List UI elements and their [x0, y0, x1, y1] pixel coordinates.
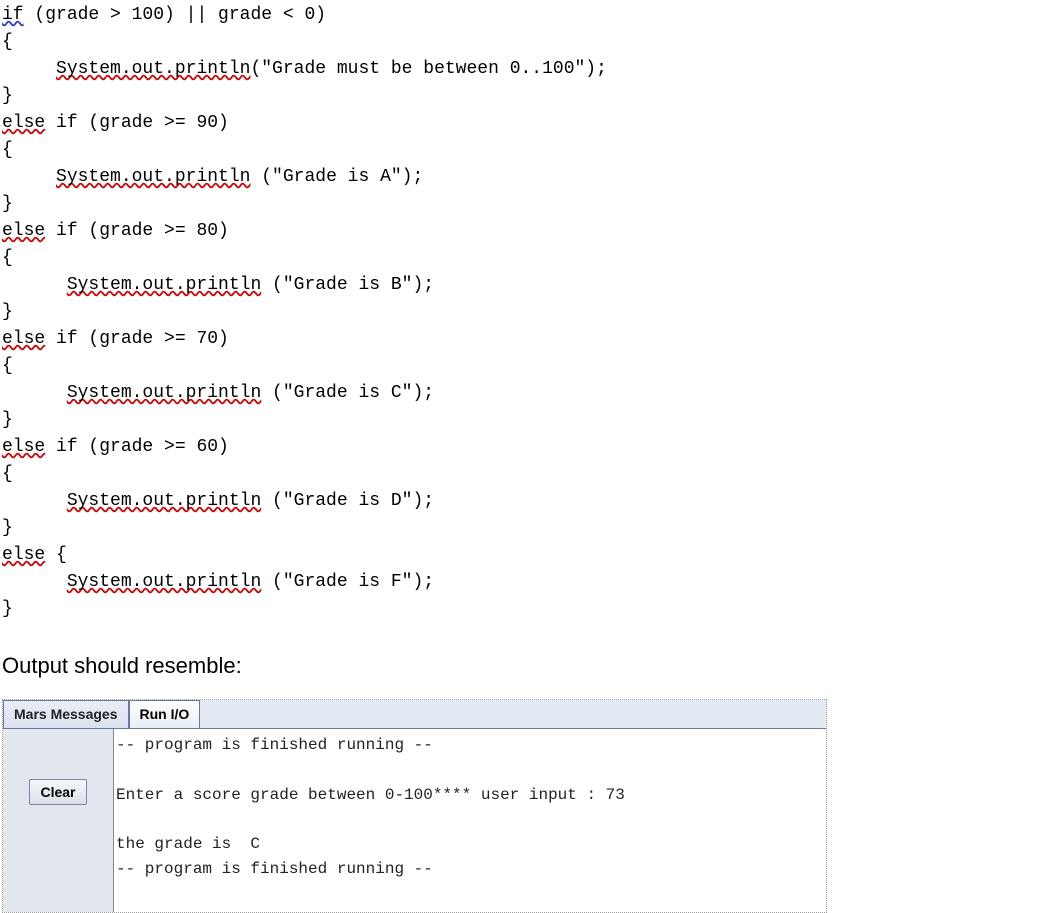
code-line: if (grade > 100) || grade < 0): [2, 2, 1058, 29]
code-line: else {: [2, 542, 1058, 569]
code-line: {: [2, 29, 1058, 56]
code-sys: System.out.println: [56, 167, 250, 187]
code-indent: [2, 275, 67, 295]
code-sys: System.out.println: [67, 275, 261, 295]
code-text: if (grade >= 60): [45, 437, 229, 457]
code-keyword: else: [2, 329, 45, 349]
code-text: ("Grade is C");: [261, 383, 434, 403]
console-left: Clear: [3, 729, 113, 912]
code-line: }: [2, 191, 1058, 218]
console-panel: Mars Messages Run I/O Clear -- program i…: [2, 699, 827, 913]
code-keyword: else: [2, 113, 45, 133]
code-line: System.out.println ("Grade is D");: [2, 488, 1058, 515]
code-line: }: [2, 83, 1058, 110]
code-text: ("Grade must be between 0..100");: [250, 59, 606, 79]
code-text: if (grade >= 80): [45, 221, 229, 241]
code-indent: [2, 59, 56, 79]
code-indent: [2, 572, 67, 592]
code-sys: System.out.println: [67, 572, 261, 592]
code-indent: [2, 167, 56, 187]
code-text: (grade > 100) || grade < 0): [24, 5, 326, 25]
console-line: the grade is C: [116, 835, 260, 853]
code-line: {: [2, 245, 1058, 272]
code-text: ("Grade is A");: [250, 167, 423, 187]
code-line: }: [2, 596, 1058, 623]
code-line: }: [2, 515, 1058, 542]
code-line: System.out.println ("Grade is A");: [2, 164, 1058, 191]
console-body: Clear -- program is finished running -- …: [3, 729, 826, 912]
code-line: else if (grade >= 80): [2, 218, 1058, 245]
code-line: System.out.println ("Grade is F");: [2, 569, 1058, 596]
code-line: }: [2, 407, 1058, 434]
code-sys: System.out.println: [67, 383, 261, 403]
console-output: -- program is finished running -- Enter …: [113, 729, 826, 912]
code-indent: [2, 383, 67, 403]
code-text: ("Grade is B");: [261, 275, 434, 295]
code-text: if (grade >= 90): [45, 113, 229, 133]
code-keyword: if: [2, 5, 24, 25]
code-line: else if (grade >= 90): [2, 110, 1058, 137]
clear-button[interactable]: Clear: [29, 779, 86, 805]
code-keyword: else: [2, 221, 45, 241]
code-line: {: [2, 353, 1058, 380]
output-header: Output should resemble:: [0, 643, 1060, 693]
code-line: System.out.println ("Grade is C");: [2, 380, 1058, 407]
code-line: else if (grade >= 60): [2, 434, 1058, 461]
code-line: {: [2, 461, 1058, 488]
code-line: else if (grade >= 70): [2, 326, 1058, 353]
tab-run-io[interactable]: Run I/O: [129, 700, 201, 728]
code-line: System.out.println("Grade must be betwee…: [2, 56, 1058, 83]
console-line: -- program is finished running --: [116, 736, 433, 754]
code-text: ("Grade is D");: [261, 491, 434, 511]
tab-mars-messages[interactable]: Mars Messages: [3, 700, 129, 728]
code-text: {: [45, 545, 67, 565]
console-line: Enter a score grade between 0-100**** us…: [116, 786, 625, 804]
code-sys: System.out.println: [56, 59, 250, 79]
console-line: -- program is finished running --: [116, 860, 433, 878]
code-keyword: else: [2, 545, 45, 565]
code-line: }: [2, 299, 1058, 326]
code-line: System.out.println ("Grade is B");: [2, 272, 1058, 299]
code-indent: [2, 491, 67, 511]
code-keyword: else: [2, 437, 45, 457]
code-sys: System.out.println: [67, 491, 261, 511]
code-line: {: [2, 137, 1058, 164]
code-text: if (grade >= 70): [45, 329, 229, 349]
tabs-row: Mars Messages Run I/O: [3, 700, 826, 729]
code-text: ("Grade is F");: [261, 572, 434, 592]
code-block: if (grade > 100) || grade < 0) { System.…: [0, 0, 1060, 643]
